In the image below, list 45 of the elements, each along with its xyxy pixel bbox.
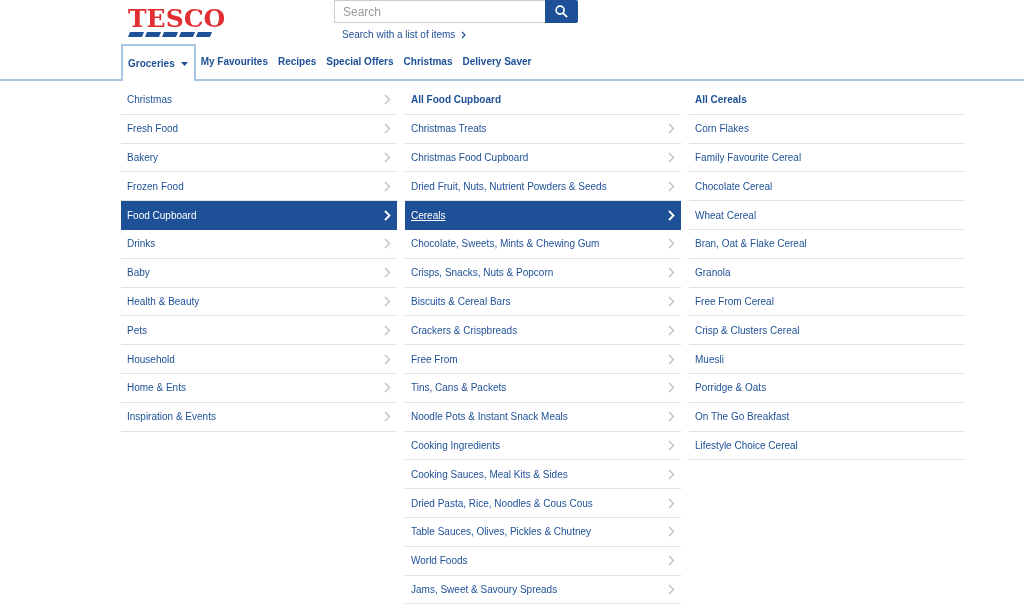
link-text: Search with a list of items: [342, 29, 456, 40]
menu-item[interactable]: Food Cupboard: [121, 201, 397, 230]
chevron-right-icon: [668, 267, 675, 279]
chevron-right-icon: [384, 152, 391, 163]
chevron-right-icon: [668, 353, 675, 365]
chevron-right-icon: [668, 439, 675, 451]
chevron-right-icon: [668, 526, 675, 538]
chevron-right-icon: [668, 411, 675, 423]
nav-tab[interactable]: Delivery Saver: [457, 44, 537, 79]
nav-tab[interactable]: My Favourites: [195, 44, 273, 79]
chevron-right-icon: [384, 295, 391, 307]
chevron-right-icon: [384, 411, 391, 423]
chevron-right-icon: [668, 555, 675, 567]
chevron-right-icon: [461, 30, 467, 39]
chevron-right-icon: [384, 267, 391, 279]
chevron-right-icon: [384, 353, 391, 365]
chevron-right-icon: [384, 324, 391, 336]
chevron-right-icon: [668, 468, 675, 480]
logo-text[interactable]: TESCO: [128, 7, 334, 30]
chevron-right-icon: [668, 209, 675, 221]
search-field[interactable]: Search: [334, 0, 545, 23]
nav-tab[interactable]: Recipes: [272, 44, 322, 79]
chevron-right-icon: [384, 209, 391, 221]
nav-tab[interactable]: Special Offers: [321, 44, 399, 79]
chevron-right-icon: [384, 94, 391, 106]
chevron-right-icon: [384, 238, 391, 250]
chevron-right-icon: [668, 497, 675, 509]
menu-item[interactable]: Cereals: [405, 201, 681, 230]
chevron-right-icon: [668, 324, 675, 336]
chevron-right-icon: [668, 583, 675, 595]
chevron-right-icon: [384, 180, 391, 192]
chevron-right-icon: [668, 180, 675, 192]
chevron-right-icon: [384, 123, 391, 135]
nav-tab[interactable]: Christmas: [398, 44, 458, 79]
chevron-right-icon: [668, 152, 675, 163]
search-button[interactable]: [545, 0, 578, 23]
nav-tab[interactable]: Groceries: [121, 44, 196, 81]
chevron-right-icon: [668, 238, 675, 250]
logo-stripes-icon: [128, 32, 213, 37]
chevron-right-icon: [668, 295, 675, 307]
search-list-link[interactable]: Search with a list of items: [342, 29, 578, 40]
chevron-right-icon: [668, 123, 675, 135]
search-icon: [555, 5, 568, 18]
chevron-right-icon: [668, 382, 675, 394]
chevron-right-icon: [384, 382, 391, 394]
